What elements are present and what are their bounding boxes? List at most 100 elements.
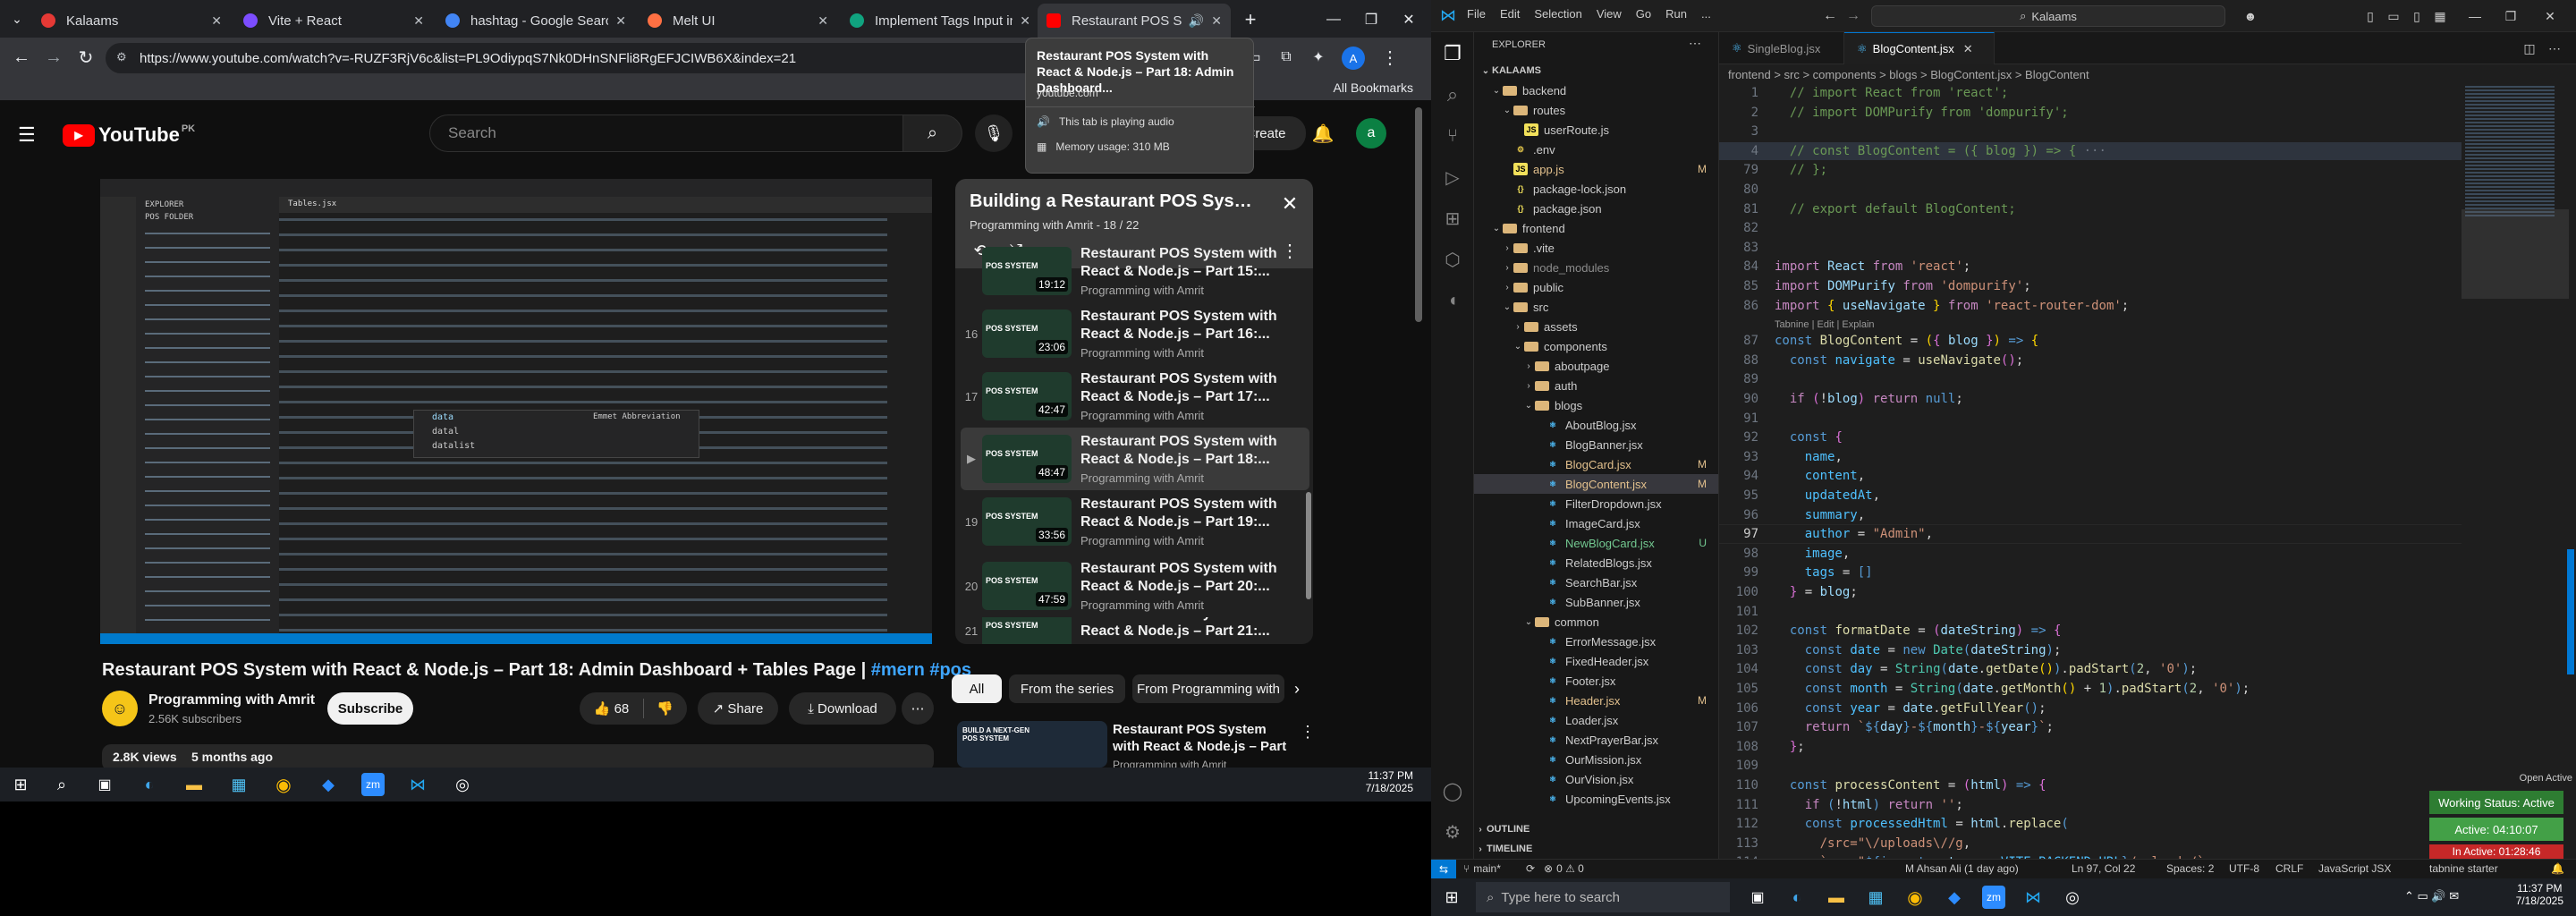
tree-file[interactable]: JS userRoute.js (1474, 120, 1718, 140)
menu-item[interactable]: Run (1665, 7, 1687, 21)
close-tab-icon[interactable]: ✕ (413, 13, 424, 29)
vscode-taskbar-icon[interactable]: ⋈ (2021, 886, 2045, 909)
tree-file[interactable]: ⚛ Header.jsx M (1474, 691, 1718, 710)
tab-search-icon[interactable]: ⌄ (5, 7, 29, 30)
tree-folder[interactable]: ⌄ backend (1474, 81, 1718, 100)
playlist-item[interactable]: 16 POS SYSTEM 23:06 Restaurant POS System w… (961, 302, 1309, 365)
share-button[interactable]: ↗ Share (698, 692, 778, 725)
browser-tab[interactable]: Kalaams ✕ (32, 4, 231, 38)
like-button[interactable]: 👍 68 (580, 700, 643, 717)
playlist-item[interactable]: 19 POS SYSTEM 33:56 Restaurant POS System w… (961, 490, 1309, 553)
sync-icon[interactable]: ⟳ (1526, 862, 1535, 875)
tab-blogcontent[interactable]: ⚛ BlogContent.jsx ✕ (1844, 32, 1995, 64)
code-editor[interactable]: 1 // import React from 'react'; 2 // impo… (1719, 84, 2462, 859)
browser-tab[interactable]: Implement Tags Input in Blog✕ (841, 4, 1039, 38)
nav-forward-icon[interactable]: → (1844, 7, 1862, 25)
search-icon[interactable]: ⌕ (1440, 82, 1465, 107)
tree-folder[interactable]: › .vite (1474, 238, 1718, 258)
browser-tab[interactable]: Melt UI ✕ (639, 4, 837, 38)
clock[interactable]: 11:37 PM 7/18/2025 (2516, 882, 2563, 907)
taskbar-search-field[interactable]: ⌕ Type here to search (1476, 882, 1730, 912)
voice-search-icon[interactable]: 🎙 (975, 114, 1013, 152)
playlist-item[interactable]: 21POS SYSTEM Restaurant POS System with R… (961, 617, 1309, 644)
tabnine-icon[interactable]: ⬡ (1440, 247, 1465, 272)
reload-icon[interactable]: ↻ (73, 45, 98, 70)
puzzle-icon[interactable]: ✦ (1306, 45, 1331, 70)
vscode-taskbar-icon[interactable]: ⋈ (406, 773, 429, 796)
editor-more-icon[interactable]: ⋯ (2546, 39, 2563, 57)
close-playlist-icon[interactable]: ✕ (1277, 191, 1302, 216)
profile-avatar[interactable]: A (1342, 47, 1365, 70)
maximize-button[interactable]: ❐ (1358, 7, 1385, 32)
store-icon[interactable]: ▦ (1864, 886, 1887, 909)
tree-folder[interactable]: ⌄ routes (1474, 100, 1718, 120)
open-active-label[interactable]: Open Active (2520, 773, 2572, 784)
tree-file[interactable]: JS app.js M (1474, 159, 1718, 179)
playlist-item[interactable]: 17 POS SYSTEM 42:47 Restaurant POS System w… (961, 365, 1309, 428)
tree-file[interactable]: ⚙ .env (1474, 140, 1718, 159)
playlist-item[interactable]: ▶ POS SYSTEM 48:47 Restaurant POS System wi… (961, 428, 1309, 490)
tree-file[interactable]: ⚛ SubBanner.jsx (1474, 592, 1718, 612)
tree-folder[interactable]: ⌄ frontend (1474, 218, 1718, 238)
minimize-button[interactable]: — (2460, 5, 2490, 27)
remote-icon[interactable]: ⇆ (1431, 860, 1456, 879)
customize-layout-icon[interactable]: ▦ (2431, 7, 2449, 25)
menu-item[interactable]: Selection (1534, 7, 1581, 21)
menu-item[interactable]: View (1597, 7, 1622, 21)
menu-item[interactable]: ... (1701, 7, 1711, 21)
back-icon[interactable]: ← (9, 45, 34, 70)
outline-section[interactable]: › OUTLINE (1474, 819, 1718, 839)
browser-tab-active[interactable]: Restaurant POS System with🔊✕ (1038, 4, 1231, 38)
tree-file[interactable]: ⚛ ImageCard.jsx (1474, 513, 1718, 533)
line-ending[interactable]: CRLF (2275, 862, 2303, 875)
task-view-icon[interactable]: ▣ (1746, 886, 1769, 909)
more-actions-button[interactable]: ⋯ (902, 692, 934, 725)
tree-folder[interactable]: › auth (1474, 376, 1718, 395)
playlist-title[interactable]: Building a Restaurant POS System w... (970, 191, 1256, 212)
tree-folder[interactable]: ⌄ common (1474, 612, 1718, 632)
encoding[interactable]: UTF-8 (2229, 862, 2259, 875)
tree-file[interactable]: ⚛ NewBlogCard.jsx U (1474, 533, 1718, 553)
clock[interactable]: 11:37 PM 7/18/2025 (1366, 769, 1413, 794)
language-mode[interactable]: JavaScript JSX (2318, 862, 2391, 875)
tab-singleblog[interactable]: ⚛ SingleBlog.jsx (1719, 32, 1844, 64)
chip-next-icon[interactable]: › (1284, 676, 1309, 701)
close-tab-icon[interactable]: ✕ (211, 13, 222, 29)
toggle-secondary-sidebar-icon[interactable]: ▯ (2408, 7, 2426, 25)
tree-folder[interactable]: › public (1474, 277, 1718, 297)
store-icon[interactable]: ▦ (227, 773, 250, 796)
menu-item[interactable]: Go (1636, 7, 1651, 21)
tree-folder[interactable]: ⌄ KALAAMS (1474, 61, 1718, 81)
playlist-item[interactable]: 20 POS SYSTEM 47:59 Restaurant POS System w… (961, 555, 1309, 617)
editor-scrollbar[interactable] (2567, 549, 2574, 674)
browser-tab[interactable]: Vite + React ✕ (234, 4, 433, 38)
tree-file[interactable]: ⚛ FilterDropdown.jsx (1474, 494, 1718, 513)
tree-file[interactable]: ⚛ BlogCard.jsx M (1474, 454, 1718, 474)
windows-start-icon[interactable]: ⊞ (1440, 886, 1463, 909)
settings-gear-icon[interactable]: ⚙ (1440, 819, 1465, 844)
tree-folder[interactable]: ⌄ blogs (1474, 395, 1718, 415)
tree-file[interactable]: ⚛ OurMission.jsx (1474, 750, 1718, 769)
recommended-title[interactable]: Restaurant POS System with React & Node.… (1113, 721, 1292, 755)
tree-file[interactable]: {} package.json (1474, 199, 1718, 218)
dislike-button[interactable]: 👎 (644, 700, 687, 717)
toggle-primary-sidebar-icon[interactable]: ▯ (2361, 7, 2379, 25)
git-blame[interactable]: M Ahsan Ali (1 day ago) (1905, 862, 2019, 875)
chrome-taskbar-icon[interactable]: ◉ (272, 773, 295, 796)
new-tab-button[interactable]: + (1238, 7, 1263, 32)
source-control-icon[interactable]: ⑂ (1440, 123, 1465, 148)
tree-file[interactable]: ⚛ Loader.jsx (1474, 710, 1718, 730)
download-button[interactable]: ⤓ Download (789, 692, 896, 725)
hamburger-menu-icon[interactable]: ☰ (18, 123, 36, 147)
filter-chip-series[interactable]: From the series (1009, 674, 1125, 703)
page-scrollbar[interactable] (1415, 107, 1422, 322)
tree-folder[interactable]: ⌄ components (1474, 336, 1718, 356)
notifications-icon[interactable]: 🔔 (2551, 862, 2564, 875)
timeline-section[interactable]: › TIMELINE (1474, 839, 1718, 859)
tree-file[interactable]: {} package-lock.json (1474, 179, 1718, 199)
zoom-icon[interactable]: ◆ (1943, 886, 1966, 909)
tree-file[interactable]: ⚛ FixedHeader.jsx (1474, 651, 1718, 671)
inactive-time-badge[interactable]: In Active: 01:28:46 (2429, 844, 2563, 859)
app-icon[interactable]: ◎ (2061, 886, 2084, 909)
channel-name[interactable]: Programming with Amrit (148, 692, 315, 708)
